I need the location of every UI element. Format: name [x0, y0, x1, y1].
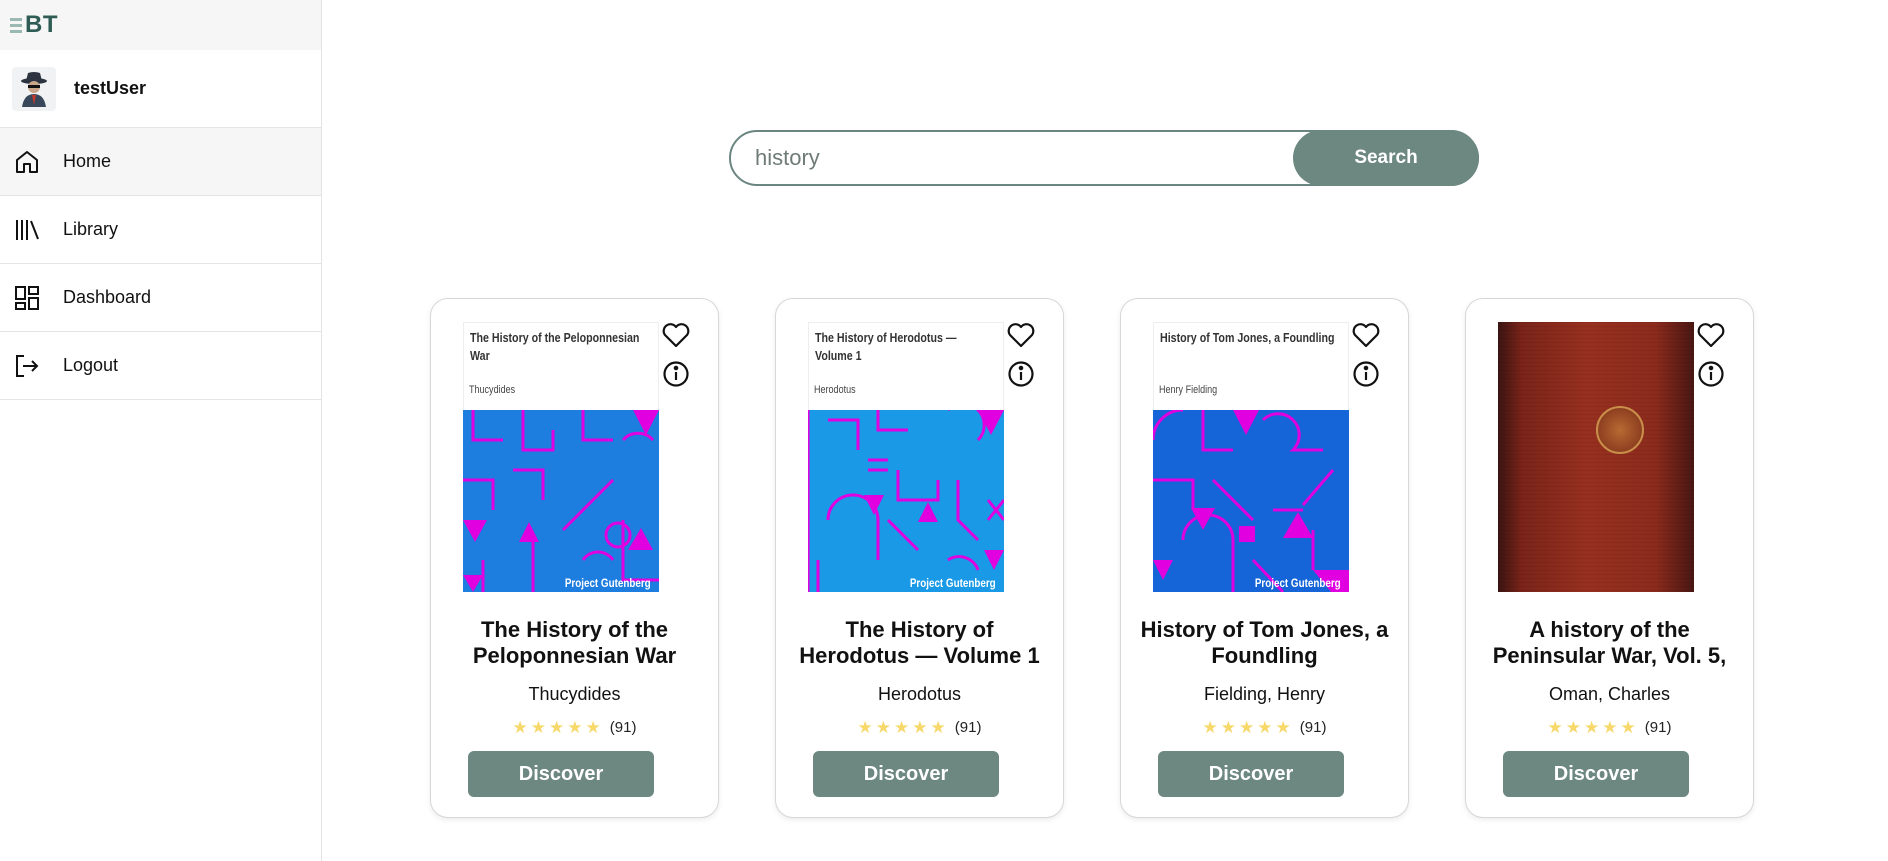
- book-cover[interactable]: The History of Herodotus — Volume 1 Hero…: [808, 322, 1004, 592]
- book-author: Oman, Charles: [1548, 684, 1671, 704]
- book-author: Herodotus: [877, 684, 962, 704]
- book-title: History of Tom Jones, a Foundling: [1140, 617, 1389, 668]
- star-icon: ★: [1584, 718, 1600, 737]
- library-icon: [13, 216, 41, 244]
- star-icon: ★: [875, 718, 892, 737]
- home-icon: [13, 148, 41, 176]
- book-card: A history of the Peninsular War, Vol. 5,…: [1465, 298, 1754, 818]
- info-icon[interactable]: [1697, 360, 1725, 388]
- book-title: The History of the Peloponnesian War: [472, 617, 677, 668]
- star-icon: ★: [1602, 718, 1618, 737]
- cover-publisher: Project Gutenberg: [910, 576, 996, 590]
- star-icon: ★: [894, 718, 910, 737]
- sidebar-item-label: Home: [63, 151, 112, 171]
- star-icon: ★: [567, 718, 583, 737]
- discover-button[interactable]: Discover: [468, 751, 654, 797]
- rating-count: (91): [954, 719, 982, 736]
- star-icon: ★: [1220, 718, 1237, 737]
- sidebar-item-label: Library: [63, 219, 119, 239]
- favorite-heart-icon[interactable]: [1352, 321, 1380, 349]
- book-card: The History of the Peloponnesian War Thu…: [430, 298, 719, 818]
- star-rating: ★ ★ ★ ★ ★ (91): [776, 719, 1063, 736]
- book-title: A history of the Peninsular War, Vol. 5,…: [1492, 617, 1727, 671]
- app-logo[interactable]: BT: [10, 11, 58, 39]
- star-icon: ★: [1275, 718, 1291, 737]
- cover-author: Herodotus: [814, 384, 856, 396]
- book-cover[interactable]: History of Tom Jones, a Foundling Henry …: [1153, 322, 1349, 592]
- sidebar-item-library[interactable]: Library: [0, 196, 321, 264]
- discover-button[interactable]: Discover: [813, 751, 999, 797]
- cover-title: History of Tom Jones, a Foundling: [1160, 330, 1335, 345]
- star-icon: ★: [585, 718, 601, 737]
- star-rating: ★ ★ ★ ★ ★ (91): [431, 719, 718, 736]
- logout-icon: [13, 352, 41, 380]
- cover-pattern: Project Gutenberg: [463, 410, 659, 592]
- star-icon: ★: [912, 718, 928, 737]
- sidebar: BT testUser Home Library Dashboard Logou…: [0, 0, 322, 861]
- star-icon: ★: [1547, 718, 1563, 737]
- sidebar-item-label: Logout: [63, 355, 119, 375]
- sidebar-item-logout[interactable]: Logout: [0, 332, 321, 400]
- search-bar: Search: [729, 130, 1479, 186]
- logo-text: BT: [25, 11, 58, 38]
- sidebar-item-dashboard[interactable]: Dashboard: [0, 264, 321, 332]
- book-author: Fielding, Henry: [1203, 684, 1326, 704]
- menu-lines-icon: [10, 17, 22, 33]
- star-rating: ★ ★ ★ ★ ★ (91): [1121, 719, 1408, 736]
- cover-title: The History of the Peloponnesian War: [470, 330, 640, 363]
- search-input[interactable]: [731, 132, 1293, 184]
- dashboard-icon: [13, 284, 41, 312]
- search-button[interactable]: Search: [1293, 130, 1479, 186]
- info-icon[interactable]: [1352, 360, 1380, 388]
- star-rating: ★ ★ ★ ★ ★ (91): [1466, 719, 1753, 736]
- username: testUser: [74, 78, 147, 98]
- cover-pattern: Project Gutenberg: [808, 410, 1004, 592]
- favorite-heart-icon[interactable]: [1697, 321, 1725, 349]
- sidebar-item-home[interactable]: Home: [0, 128, 321, 196]
- book-card: The History of Herodotus — Volume 1 Hero…: [775, 298, 1064, 818]
- info-icon[interactable]: [662, 360, 690, 388]
- book-author: Thucydides: [528, 684, 621, 704]
- spy-avatar-icon: [21, 71, 47, 107]
- favorite-heart-icon[interactable]: [662, 321, 690, 349]
- cover-pattern: Project Gutenberg: [1153, 410, 1349, 592]
- star-icon: ★: [549, 718, 565, 737]
- star-icon: ★: [512, 718, 528, 737]
- book-cover[interactable]: [1498, 322, 1694, 592]
- cover-publisher: Project Gutenberg: [565, 576, 651, 590]
- star-icon: ★: [1239, 718, 1255, 737]
- book-title: The History of Herodotus — Volume 1: [799, 617, 1040, 668]
- star-icon: ★: [1565, 718, 1582, 737]
- discover-button[interactable]: Discover: [1503, 751, 1689, 797]
- star-icon: ★: [1257, 718, 1273, 737]
- star-icon: ★: [1620, 718, 1636, 737]
- avatar: [12, 66, 56, 111]
- cover-author: Henry Fielding: [1159, 384, 1218, 396]
- rating-count: (91): [609, 719, 637, 736]
- star-icon: ★: [857, 718, 873, 737]
- favorite-heart-icon[interactable]: [1007, 321, 1035, 349]
- book-cover[interactable]: The History of the Peloponnesian War Thu…: [463, 322, 659, 592]
- logo-bar: BT: [0, 0, 321, 50]
- rating-count: (91): [1644, 719, 1672, 736]
- star-icon: ★: [1202, 718, 1218, 737]
- discover-button[interactable]: Discover: [1158, 751, 1344, 797]
- cover-medallion: [1596, 406, 1644, 454]
- book-card: History of Tom Jones, a Foundling Henry …: [1120, 298, 1409, 818]
- star-icon: ★: [530, 718, 547, 737]
- star-icon: ★: [930, 718, 946, 737]
- cover-publisher: Project Gutenberg: [1255, 576, 1341, 590]
- sidebar-item-label: Dashboard: [63, 287, 152, 307]
- rating-count: (91): [1299, 719, 1327, 736]
- info-icon[interactable]: [1007, 360, 1035, 388]
- cover-title: The History of Herodotus — Volume 1: [815, 330, 957, 363]
- cover-author: Thucydides: [469, 384, 516, 396]
- user-profile: testUser: [0, 50, 321, 128]
